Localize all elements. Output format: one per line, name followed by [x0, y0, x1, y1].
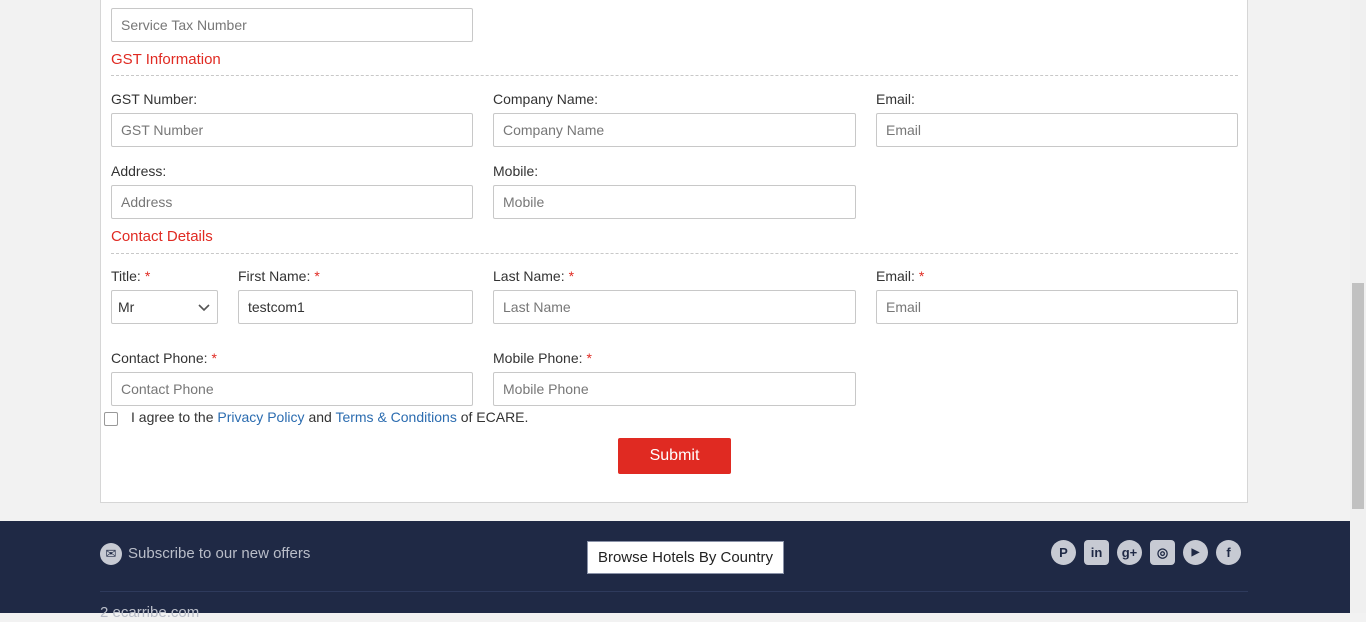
agree-text: I agree to the Privacy Policy and Terms … [131, 409, 528, 425]
company-name-input[interactable] [493, 113, 856, 147]
mobile-phone-label: Mobile Phone: * [493, 350, 592, 366]
service-tax-input[interactable] [111, 8, 473, 42]
agree-checkbox[interactable] [104, 412, 118, 426]
contact-phone-label: Contact Phone: * [111, 350, 217, 366]
contact-divider [111, 253, 1238, 254]
chevron-down-icon [198, 304, 210, 312]
envelope-icon: ✉ [100, 543, 122, 565]
title-select-value: Mr [118, 299, 135, 315]
footer-divider [100, 591, 1248, 592]
agree-and: and [308, 409, 332, 425]
gst-number-label: GST Number: [111, 91, 198, 107]
submit-button[interactable]: Submit [618, 438, 731, 474]
agree-prefix: I agree to the [131, 409, 214, 425]
required-marker: * [586, 350, 592, 366]
facebook-icon[interactable]: f [1216, 540, 1241, 565]
first-name-input[interactable] [238, 290, 473, 324]
instagram-icon[interactable]: ◎ [1150, 540, 1175, 565]
contact-phone-input[interactable] [111, 372, 473, 406]
browse-hotels-button[interactable]: Browse Hotels By Country [587, 541, 784, 574]
gst-number-input[interactable] [111, 113, 473, 147]
required-marker: * [314, 268, 320, 284]
contact-email-label: Email: * [876, 268, 925, 284]
terms-conditions-link[interactable]: Terms & Conditions [335, 409, 456, 425]
title-label: Title: * [111, 268, 151, 284]
mobile-input[interactable] [493, 185, 856, 219]
mobile-phone-input[interactable] [493, 372, 856, 406]
required-marker: * [144, 268, 151, 284]
contact-section-heading: Contact Details [111, 228, 213, 245]
address-input[interactable] [111, 185, 473, 219]
youtube-icon[interactable]: ▶ [1183, 540, 1208, 565]
copyright-text: 2 ecarribe.com [100, 604, 200, 621]
gst-email-label: Email: [876, 91, 915, 107]
scrollbar-thumb[interactable] [1352, 283, 1364, 509]
required-marker: * [918, 268, 925, 284]
subscribe-text: Subscribe to our new offers [128, 544, 311, 562]
contact-email-input[interactable] [876, 290, 1238, 324]
agree-suffix: of ECARE. [460, 409, 529, 425]
subscribe-link[interactable]: ✉ Subscribe to our new offers [100, 543, 310, 565]
gst-section-heading: GST Information [111, 51, 221, 68]
mobile-label: Mobile: [493, 163, 539, 179]
company-name-label: Company Name: [493, 91, 599, 107]
last-name-label: Last Name: * [493, 268, 575, 284]
gst-email-input[interactable] [876, 113, 1238, 147]
gst-divider [111, 75, 1238, 76]
google-plus-icon[interactable]: g+ [1117, 540, 1142, 565]
required-marker: * [568, 268, 575, 284]
privacy-policy-link[interactable]: Privacy Policy [217, 409, 304, 425]
pinterest-icon[interactable]: P [1051, 540, 1076, 565]
first-name-label: First Name: * [238, 268, 320, 284]
required-marker: * [211, 350, 217, 366]
linkedin-icon[interactable]: in [1084, 540, 1109, 565]
title-select[interactable]: Mr [111, 290, 218, 324]
address-label: Address: [111, 163, 167, 179]
last-name-input[interactable] [493, 290, 856, 324]
